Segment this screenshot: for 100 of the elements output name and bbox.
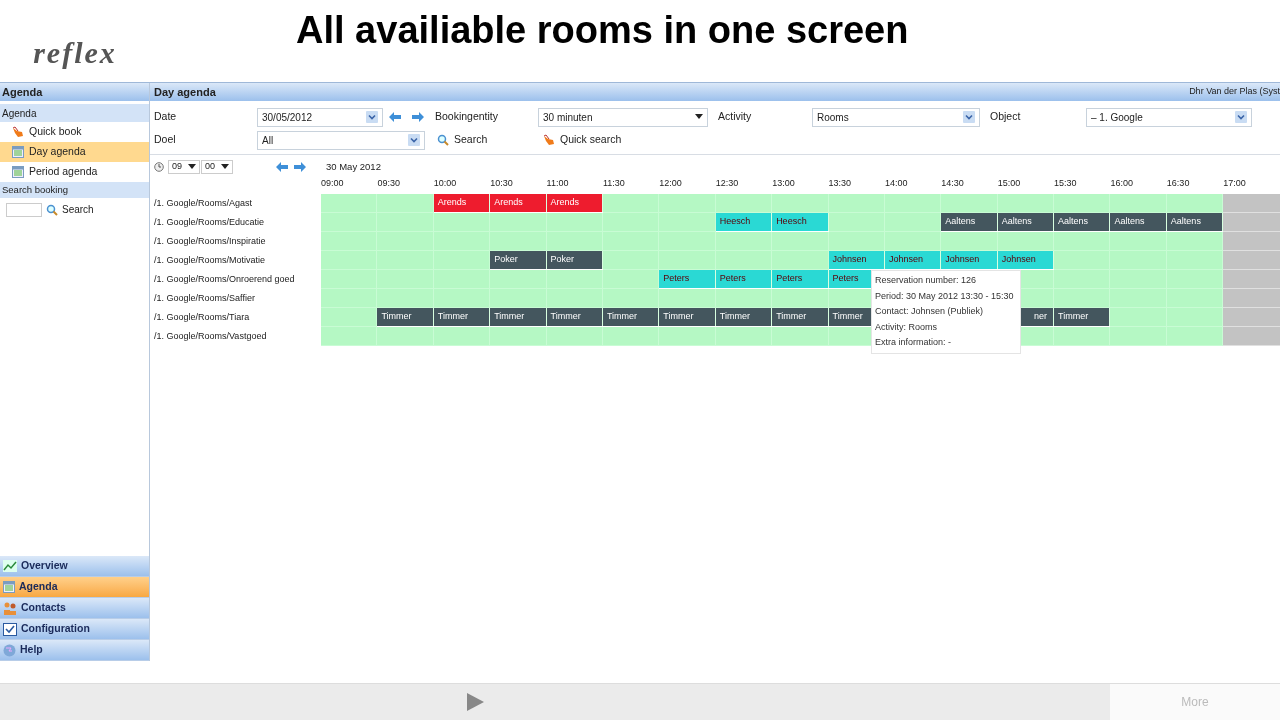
date-label: Date xyxy=(154,109,178,125)
select-field[interactable]: 30/05/2012 xyxy=(257,107,383,127)
main-title: Day agenda xyxy=(154,84,216,100)
booking[interactable]: Aaltens xyxy=(1110,213,1167,231)
room-label: /1. Google/Rooms/Onroerend goed xyxy=(153,272,296,286)
room-label: /1. Google/Rooms/Educatie xyxy=(153,215,266,229)
time-label: 12:30 xyxy=(715,177,740,191)
agenda-date: 30 May 2012 xyxy=(326,159,381,174)
time-label: 14:00 xyxy=(884,177,909,191)
chart-icon xyxy=(3,560,17,572)
booking[interactable]: Heesch xyxy=(772,213,829,231)
booking[interactable]: Arends xyxy=(546,194,603,212)
time-label: 16:00 xyxy=(1110,177,1134,191)
calendar-icon xyxy=(12,146,24,158)
doel-label: Doel xyxy=(154,132,177,148)
booking[interactable]: Heesch xyxy=(715,213,773,231)
closed-slot xyxy=(1223,289,1280,308)
time-label: 12:00 xyxy=(659,177,683,191)
nav-item[interactable]: Agenda xyxy=(0,577,149,598)
room-label: /1. Google/Rooms/Agast xyxy=(153,196,254,210)
people-icon xyxy=(3,601,17,615)
search-button[interactable]: Search xyxy=(46,202,94,217)
booking[interactable]: Peters xyxy=(715,270,773,288)
minute-select[interactable]: 00 xyxy=(201,160,233,174)
arrow-right-icon[interactable] xyxy=(294,162,306,172)
room-label: /1. Google/Rooms/Saffier xyxy=(153,291,256,305)
globe-icon xyxy=(3,643,16,657)
booking[interactable]: Timmer xyxy=(377,308,434,326)
play-icon[interactable] xyxy=(465,692,485,712)
tooltip-line: Period: 30 May 2012 13:30 - 15:30 xyxy=(875,289,1015,303)
logo: reflex xyxy=(33,35,117,71)
dropdown-arrow-icon[interactable] xyxy=(408,134,420,146)
nav-item[interactable]: Contacts xyxy=(0,598,149,619)
object-label: Object xyxy=(989,109,1022,125)
calendar-icon xyxy=(3,581,15,593)
time-label: 15:30 xyxy=(1054,177,1078,191)
select-field[interactable]: Rooms xyxy=(812,107,980,127)
sidebar-section: Agenda xyxy=(0,104,149,122)
booking[interactable]: Timmer xyxy=(546,308,603,326)
time-label: 17:00 xyxy=(1223,177,1247,191)
arrow-right-icon[interactable] xyxy=(412,112,424,122)
booking[interactable]: Timmer xyxy=(1054,308,1111,326)
sidebar-item[interactable]: Day agenda xyxy=(0,142,149,162)
nav-item[interactable]: Help xyxy=(0,640,149,661)
caret-icon[interactable] xyxy=(188,164,196,170)
hour-select[interactable]: 09 xyxy=(168,160,200,174)
quick-search-button[interactable]: Quick search xyxy=(543,132,622,148)
select-field[interactable]: 30 minuten xyxy=(538,107,708,127)
dropdown-arrow-icon[interactable] xyxy=(1235,111,1247,123)
search-button[interactable]: Search xyxy=(437,132,543,148)
search-field[interactable] xyxy=(6,202,42,217)
booking[interactable]: Aaltens xyxy=(941,213,998,231)
closed-slot xyxy=(1223,232,1280,251)
arrow-left-icon[interactable] xyxy=(276,162,288,172)
time-label: 10:00 xyxy=(433,177,458,191)
time-label: 09:30 xyxy=(377,177,401,191)
booking[interactable]: Timmer xyxy=(602,308,660,326)
booking[interactable]: Johnsen xyxy=(997,251,1055,269)
dropdown-arrow-icon[interactable] xyxy=(366,111,378,123)
booking[interactable]: Timmer xyxy=(490,308,547,326)
booking[interactable]: Timmer xyxy=(659,308,716,326)
bookingentity-label: Bookingentity xyxy=(435,109,500,125)
booking[interactable]: Johnsen xyxy=(884,251,942,269)
booking[interactable]: Poker xyxy=(490,251,547,269)
nav-item[interactable]: Configuration xyxy=(0,619,149,640)
time-label: 16:30 xyxy=(1166,177,1191,191)
booking[interactable]: Johnsen xyxy=(941,251,998,269)
select-field[interactable]: All xyxy=(257,130,425,150)
arrow-left-icon[interactable] xyxy=(389,112,401,122)
booking[interactable]: Aaltens xyxy=(1166,213,1224,231)
booking[interactable]: Peters xyxy=(659,270,716,288)
time-label: 14:30 xyxy=(941,177,965,191)
room-label: /1. Google/Rooms/Tiara xyxy=(153,310,251,324)
room-label: /1. Google/Rooms/Inspiratie xyxy=(153,234,267,248)
booking[interactable]: Aaltens xyxy=(1054,213,1111,231)
slide-title: All availiable rooms in one screen xyxy=(296,8,909,53)
checklist-icon xyxy=(3,622,17,636)
booking[interactable]: Arends xyxy=(433,194,491,212)
search-icon xyxy=(46,203,58,216)
dropdown-arrow-icon[interactable] xyxy=(963,111,975,123)
booking[interactable]: Poker xyxy=(546,251,603,269)
booking[interactable]: Timmer xyxy=(715,308,773,326)
closed-slot xyxy=(1223,194,1280,213)
hand-icon xyxy=(12,126,24,138)
booking[interactable]: Arends xyxy=(490,194,547,212)
booking[interactable]: Timmer xyxy=(433,308,491,326)
activity-label: Activity xyxy=(717,109,753,125)
caret-icon[interactable] xyxy=(221,164,229,170)
closed-slot xyxy=(1223,251,1280,270)
clock-icon xyxy=(154,162,164,172)
booking[interactable]: Peters xyxy=(772,270,829,288)
time-label: 11:00 xyxy=(546,177,570,191)
nav-item[interactable]: Overview xyxy=(0,556,149,577)
caret-icon[interactable] xyxy=(695,114,703,120)
select-field[interactable]: – 1. Google xyxy=(1086,107,1252,127)
booking[interactable]: Timmer xyxy=(772,308,829,326)
booking[interactable]: Aaltens xyxy=(997,213,1055,231)
time-label: 13:00 xyxy=(772,177,796,191)
hand-icon xyxy=(543,134,555,146)
booking[interactable]: Johnsen xyxy=(828,251,885,269)
